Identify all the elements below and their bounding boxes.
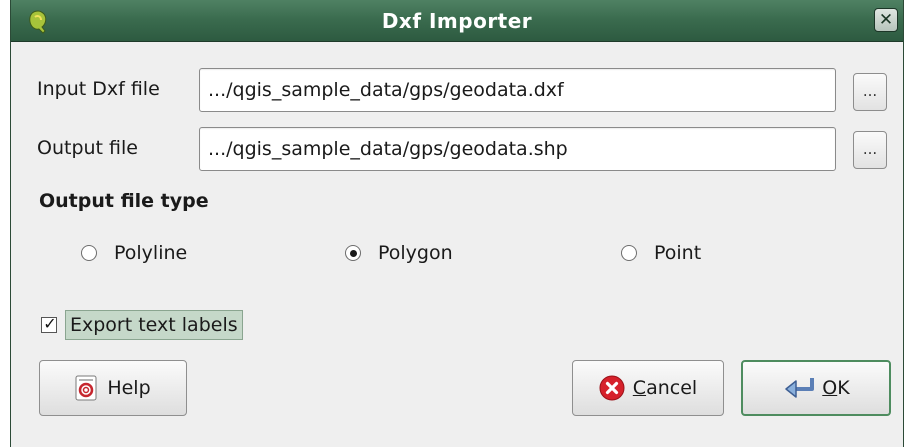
output-browse-button[interactable]: ... [853,131,887,169]
checkbox-box[interactable]: ✓ [41,314,57,333]
radio-point[interactable]: Point [621,240,701,266]
browse-label: ... [862,82,878,100]
radio-button-checked[interactable] [345,245,361,261]
radio-label-point: Point [654,242,702,264]
cancel-icon [599,375,625,401]
export-text-labels-checkbox[interactable]: ✓ Export text labels [41,310,243,340]
close-icon: ✕ [878,10,894,30]
radio-button-unchecked[interactable] [621,245,637,261]
ok-mnemonic: O [822,377,838,399]
input-browse-button[interactable]: ... [853,73,887,111]
input-dxf-field[interactable] [199,68,836,112]
output-file-type-heading: Output file type [39,190,209,212]
cancel-button[interactable]: Cancel [572,360,724,416]
cancel-button-label: Cancel [633,377,697,399]
close-button[interactable]: ✕ [874,8,898,32]
browse-label: ... [862,140,878,158]
ok-button-label: OK [822,377,849,399]
cancel-label-rest: ancel [646,377,698,399]
ok-label-rest: K [837,377,850,399]
radio-button-unchecked[interactable] [81,245,97,261]
output-file-field[interactable] [199,127,836,171]
help-button-label: Help [107,377,151,399]
title-bar[interactable]: Dxf Importer ✕ [11,0,903,42]
checkmark-icon: ✓ [43,314,57,333]
help-button[interactable]: Help [39,360,187,416]
help-icon [75,375,97,401]
output-file-label: Output file [37,137,138,159]
cancel-mnemonic: C [632,377,647,399]
radio-label-polyline: Polyline [114,242,188,264]
dxf-importer-dialog: Dxf Importer ✕ Input Dxf file ... Output… [10,0,904,447]
ok-button[interactable]: OK [741,360,891,416]
window-title: Dxf Importer [381,9,533,33]
export-text-labels-label: Export text labels [65,310,243,340]
radio-polyline[interactable]: Polyline [81,240,187,266]
radio-label-polygon: Polygon [378,242,453,264]
enter-icon [785,378,815,398]
radio-polygon[interactable]: Polygon [345,240,453,266]
input-dxf-label: Input Dxf file [37,78,160,100]
